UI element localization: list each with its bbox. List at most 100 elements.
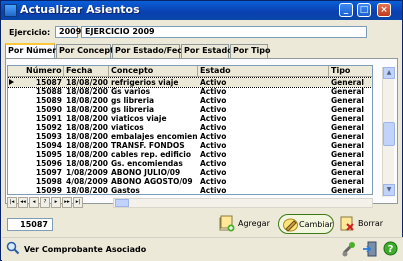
column-header[interactable]: Tipo — [329, 66, 372, 77]
table-cell[interactable]: 18/08/2009 — [66, 105, 108, 114]
table-cell[interactable]: 18/08/2009 — [66, 186, 108, 194]
horizontal-scrollbar[interactable] — [113, 198, 373, 208]
table-row[interactable]: 15098 4/08/2009 ABONO AGOSTO/09 Activo Gener… — [8, 177, 372, 186]
table-cell[interactable]: 18/08/2009 — [66, 132, 108, 141]
table-cell[interactable]: 15090 — [26, 105, 62, 114]
table-cell[interactable]: General — [331, 168, 372, 177]
table-cell[interactable]: Activo — [200, 96, 328, 105]
tab-por-estado-fecha[interactable]: Por Estado/Fecha — [112, 44, 193, 58]
tools-icon[interactable] — [341, 240, 357, 258]
table-cell[interactable]: General — [331, 177, 372, 186]
nav-next-page-button[interactable]: ▸▸ — [62, 197, 72, 208]
table-cell[interactable]: TRANSF. FONDOS — [111, 141, 197, 150]
table-cell[interactable]: gs libreria — [111, 105, 197, 114]
table-cell[interactable]: 15092 — [26, 123, 62, 132]
table-cell[interactable]: 15091 — [26, 114, 62, 123]
table-cell[interactable]: viaticos viaje — [111, 114, 197, 123]
exit-door-icon[interactable] — [362, 240, 378, 258]
table-cell[interactable]: cables rep. edificio — [111, 150, 197, 159]
table-cell[interactable]: Activo — [200, 105, 328, 114]
table-cell[interactable]: 18/08/2009 — [66, 87, 108, 96]
table-row[interactable]: 15088 18/08/2009Gs variosActivoGeneral — [8, 87, 372, 96]
table-cell[interactable]: Activo — [200, 177, 328, 186]
tab-por-concepto[interactable]: Por Concepto — [56, 44, 119, 58]
table-cell[interactable]: General — [331, 114, 372, 123]
table-cell[interactable]: General — [331, 141, 372, 150]
table-cell[interactable]: embalajes encomiendas — [111, 132, 197, 141]
minimize-button[interactable]: _ — [339, 3, 353, 17]
table-cell[interactable]: ABONO JULIO/09 — [111, 168, 197, 177]
borrar-button[interactable]: Borrar — [338, 214, 383, 234]
view-voucher-link[interactable]: Ver Comprobante Asociado — [24, 245, 146, 254]
nav-last-button[interactable]: ▸| — [73, 197, 83, 208]
table-cell[interactable]: 18/08/2009 — [66, 96, 108, 105]
table-cell[interactable]: General — [331, 186, 372, 194]
table-cell[interactable]: General — [331, 132, 372, 141]
column-header[interactable]: Concepto — [109, 66, 198, 77]
table-cell[interactable]: Activo — [200, 132, 328, 141]
table-cell[interactable]: General — [331, 96, 372, 105]
table-cell[interactable]: 15099 — [26, 186, 62, 194]
table-cell[interactable]: General — [331, 105, 372, 114]
table-cell[interactable]: Gastos — [111, 186, 197, 194]
table-cell[interactable]: Activo — [200, 186, 328, 194]
nav-first-button[interactable]: |◂ — [7, 197, 17, 208]
table-row[interactable]: 15092 18/08/2009viaticosActivoGeneral — [8, 123, 372, 132]
table-cell[interactable]: General — [331, 87, 372, 96]
table-cell[interactable]: Activo — [200, 114, 328, 123]
table-cell[interactable]: Activo — [200, 87, 328, 96]
maximize-button[interactable]: □ — [357, 3, 371, 17]
column-header[interactable]: Número — [8, 66, 64, 77]
agregar-button[interactable]: Agregar — [218, 214, 278, 234]
table-cell[interactable]: viaticos — [111, 123, 197, 132]
table-cell[interactable]: Gs. encomiendas — [111, 159, 197, 168]
table-cell[interactable]: 15095 — [26, 150, 62, 159]
table-cell[interactable]: gs libreria — [111, 96, 197, 105]
close-button[interactable]: × — [377, 3, 391, 17]
scroll-thumb[interactable] — [383, 122, 395, 146]
table-cell[interactable]: 18/08/2009 — [66, 150, 108, 159]
table-row[interactable]: 15091 18/08/2009viaticos viajeActivoGener… — [8, 114, 372, 123]
table-cell[interactable]: Gs varios — [111, 87, 197, 96]
help-icon[interactable]: ? — [383, 241, 398, 256]
table-cell[interactable]: 15098 — [26, 177, 62, 186]
table-row[interactable]: 15097 1/08/2009 ABONO JULIO/09 Activo Genera… — [8, 168, 372, 177]
table-cell[interactable]: 15097 — [26, 168, 62, 177]
table-cell[interactable]: Activo — [200, 141, 328, 150]
scroll-down-button[interactable]: ▼ — [383, 184, 395, 196]
tab-por-tipo[interactable]: Por Tipo — [230, 44, 271, 58]
title-bar[interactable]: Actualizar Asientos _ □ × — [1, 1, 402, 20]
nav-next-button[interactable]: ▸ — [51, 197, 61, 208]
horizontal-scroll-thumb[interactable] — [115, 199, 129, 207]
table-cell[interactable]: Activo — [200, 123, 328, 132]
table-cell[interactable]: 15089 — [26, 96, 62, 105]
table-cell[interactable]: 18/08/2009 — [66, 114, 108, 123]
table-cell[interactable]: Activo — [200, 150, 328, 159]
column-header[interactable]: Estado — [198, 66, 329, 77]
table-cell[interactable]: 15096 — [26, 159, 62, 168]
magnifier-icon[interactable] — [6, 241, 20, 255]
vertical-scrollbar[interactable]: ▲ ▼ — [382, 67, 395, 197]
table-cell[interactable]: 15087 — [26, 78, 62, 87]
table-cell[interactable]: 15088 — [26, 87, 62, 96]
table-cell[interactable]: General — [331, 159, 372, 168]
table-row[interactable]: 15087 18/08/2009refrigerios viajeActivoGe… — [8, 77, 372, 88]
table-cell[interactable]: 18/08/2009 — [66, 78, 108, 87]
table-row[interactable]: 15093 18/08/2009embalajes encomiendasActi… — [8, 132, 372, 141]
table-cell[interactable]: 4/08/2009 — [66, 177, 108, 186]
table-row[interactable]: 15095 18/08/2009cables rep. edificioActiv… — [8, 150, 372, 159]
table-cell[interactable]: 15093 — [26, 132, 62, 141]
table-cell[interactable]: Activo — [200, 78, 328, 87]
table-cell[interactable]: 18/08/2009 — [66, 123, 108, 132]
table-row[interactable]: 15089 18/08/2009gs libreriaActivoGeneral — [8, 96, 372, 105]
tab-por-numero[interactable]: Por Número — [5, 43, 62, 59]
current-number-field[interactable]: 15087 — [7, 218, 53, 231]
cambiar-button[interactable]: Cambiar — [278, 214, 334, 234]
table-row[interactable]: 15099 18/08/2009GastosActivoGeneral — [8, 186, 372, 194]
table-cell[interactable]: 18/08/2009 — [66, 141, 108, 150]
table-cell[interactable]: General — [331, 150, 372, 159]
nav-prior-page-button[interactable]: ◂◂ — [18, 197, 28, 208]
table-row[interactable]: 15094 18/08/2009TRANSF. FONDOSActivoGener… — [8, 141, 372, 150]
table-row[interactable]: 15090 18/08/2009gs libreriaActivoGeneral — [8, 105, 372, 114]
table-cell[interactable]: 15094 — [26, 141, 62, 150]
